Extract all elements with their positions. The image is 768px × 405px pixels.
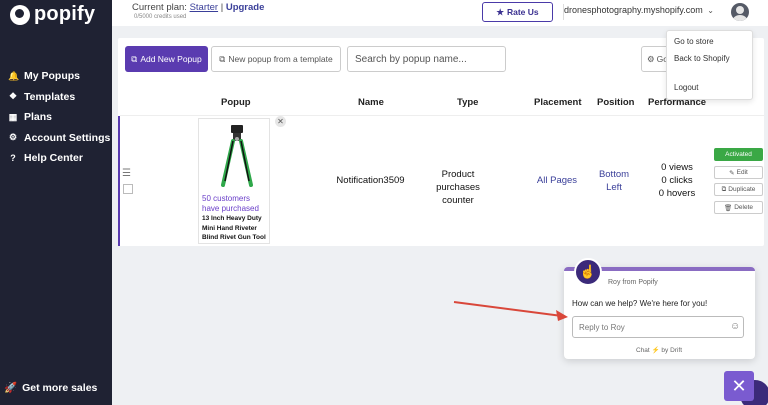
performance-stats: 0 views 0 clicks 0 hovers (648, 161, 706, 200)
popup-placement[interactable]: All Pages (534, 175, 580, 186)
new-from-template-button[interactable]: ⧉ New popup from a template (211, 46, 341, 72)
preview-product-name: 13 Inch Heavy Duty Mini Hand Riveter Bli… (202, 215, 266, 241)
logo[interactable]: popify (10, 3, 95, 26)
sidebar-item-templates[interactable]: ❖ Templates (8, 87, 110, 108)
sidebar-item-label: Plans (24, 111, 53, 124)
account-dropdown: Go to store Back to Shopify Logout (666, 30, 753, 100)
template-icon: ⧉ (219, 53, 226, 64)
sidebar-item-label: My Popups (24, 70, 81, 83)
activated-toggle[interactable]: Activated (714, 148, 763, 161)
trash-icon: 🗑 (723, 204, 733, 212)
add-new-popup-button[interactable]: ⧉ Add New Popup (125, 46, 208, 72)
chat-footer: Chat ⚡ by Drift (636, 347, 683, 354)
copy-icon: ⧉ (721, 185, 727, 193)
hovers-count: 0 hovers (658, 188, 696, 199)
popup-name: Notification3509 (336, 175, 405, 186)
shop-domain: dronesphotography.myshopify.com (564, 5, 703, 15)
duplicate-label: Duplicate (728, 186, 756, 193)
rate-us-label: Rate Us (506, 7, 539, 17)
table-row-accent (118, 116, 120, 246)
get-more-sales-label: Get more sales (22, 381, 98, 394)
current-plan: Current plan: Starter | Upgrade (132, 2, 264, 13)
get-more-sales-link[interactable]: 🚀 Get more sales (4, 381, 98, 395)
bell-icon: 🔔 (8, 70, 20, 81)
drag-handle-icon[interactable]: ☰ (122, 168, 131, 179)
gear-icon: ⚙ (8, 132, 18, 143)
sidebar-item-account-settings[interactable]: ⚙ Account Settings (8, 128, 110, 149)
menu-item-back-to-shopify[interactable]: Back to Shopify (674, 54, 730, 63)
delete-label: Delete (734, 204, 754, 211)
upgrade-link[interactable]: Upgrade (226, 2, 265, 13)
plan-prefix: Current plan: (132, 2, 187, 13)
add-new-popup-label: Add New Popup (140, 54, 202, 64)
delete-button[interactable]: 🗑 Delete (714, 201, 763, 214)
edit-label: Edit (736, 169, 748, 176)
sidebar: popify 🔔 My Popups ❖ Templates ▦ Plans ⚙… (0, 0, 112, 405)
chat-message: How can we help? We're here for you! (572, 299, 708, 308)
logo-text: popify (34, 3, 96, 25)
preview-customer-count: 50 customers have purchased (202, 194, 259, 213)
chat-reply-input[interactable] (572, 316, 744, 338)
menu-item-logout[interactable]: Logout (674, 83, 698, 92)
avatar[interactable] (731, 3, 749, 21)
sidebar-item-label: Help Center (24, 152, 83, 165)
chat-close-button[interactable]: ✕ (724, 371, 754, 401)
layers-icon: ❖ (8, 91, 18, 102)
credits-used: 0/5000 credits used (134, 14, 187, 20)
edit-button[interactable]: ✎ Edit (714, 166, 763, 179)
star-icon: ★ (496, 6, 504, 17)
annotation-arrow (453, 301, 568, 321)
question-icon: ? (10, 153, 16, 164)
rate-us-button[interactable]: ★ Rate Us (482, 2, 553, 22)
chat-agent-name: Roy from Popify (608, 279, 658, 286)
sidebar-item-help-center[interactable]: ? Help Center (8, 148, 110, 169)
menu-item-go-to-store[interactable]: Go to store (674, 37, 714, 46)
views-count: 0 views (661, 162, 693, 173)
header-popup: Popup (221, 97, 251, 108)
sidebar-item-label: Templates (24, 90, 76, 103)
shop-selector[interactable]: dronesphotography.myshopify.com ⌄ (564, 5, 714, 15)
pencil-icon: ✎ (729, 169, 735, 177)
sidebar-item-my-popups[interactable]: 🔔 My Popups (8, 66, 110, 87)
emoji-icon[interactable]: ☺ (730, 321, 740, 332)
plan-name-link[interactable]: Starter (190, 2, 219, 13)
close-icon[interactable]: ✕ (275, 116, 286, 127)
gears-icon: ⚙ (647, 53, 655, 64)
riveter-product-image (221, 125, 253, 187)
copy-icon: ⧉ (131, 53, 138, 64)
chevron-down-icon: ⌄ (707, 6, 714, 15)
header-type: Type (457, 97, 479, 108)
popify-logo-icon (10, 4, 30, 25)
topbar: Current plan: Starter | Upgrade 0/5000 c… (112, 0, 768, 26)
sidebar-item-plans[interactable]: ▦ Plans (8, 107, 110, 128)
popup-preview[interactable]: 50 customers have purchased 13 Inch Heav… (198, 118, 270, 244)
sidebar-item-label: Account Settings (24, 131, 111, 144)
popup-type: Product purchases counter (436, 169, 480, 206)
duplicate-button[interactable]: ⧉ Duplicate (714, 183, 763, 196)
header-placement: Placement (534, 97, 582, 108)
clicks-count: 0 clicks (661, 175, 693, 186)
sidebar-nav: 🔔 My Popups ❖ Templates ▦ Plans ⚙ Accoun… (8, 66, 110, 169)
new-from-template-label: New popup from a template (228, 54, 333, 64)
table-row-divider (120, 115, 764, 116)
popup-position[interactable]: Bottom Left (594, 168, 634, 194)
grid-icon: ▦ (8, 111, 18, 122)
search-input[interactable] (347, 46, 506, 72)
chat-agent-avatar: ☝ (574, 258, 602, 286)
row-checkbox[interactable] (123, 184, 133, 194)
header-name: Name (358, 97, 384, 108)
plan-separator: | (220, 2, 224, 13)
header-position: Position (597, 97, 635, 108)
rocket-icon: 🚀 (4, 382, 18, 394)
